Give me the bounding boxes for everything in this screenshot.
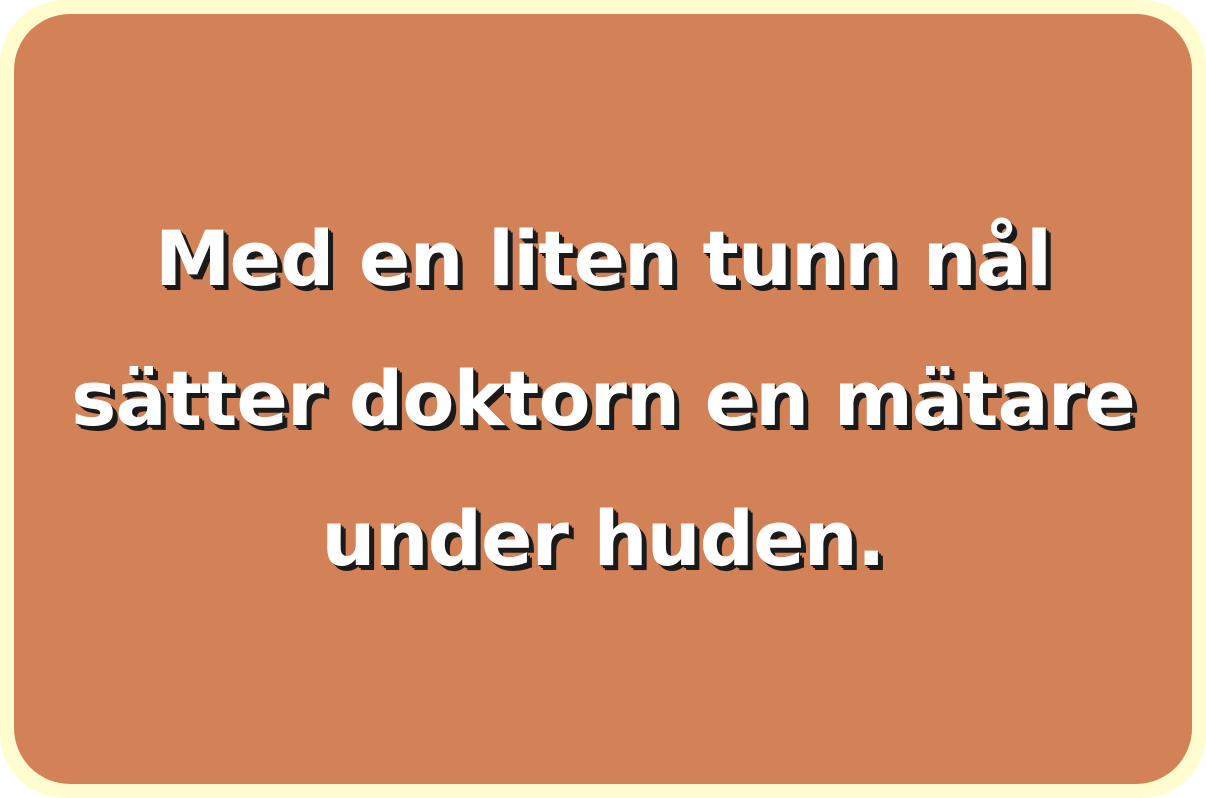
text-card: Med en liten tunn nål sätter doktorn en … [14, 14, 1192, 784]
card-caption: Med en liten tunn nål sätter doktorn en … [14, 189, 1192, 609]
card-frame: Med en liten tunn nål sätter doktorn en … [0, 0, 1206, 798]
caption-line-2: sätter doktorn en mätare [71, 354, 1136, 443]
caption-line-1: Med en liten tunn nål [154, 214, 1052, 303]
caption-line-3: under huden. [321, 494, 885, 583]
